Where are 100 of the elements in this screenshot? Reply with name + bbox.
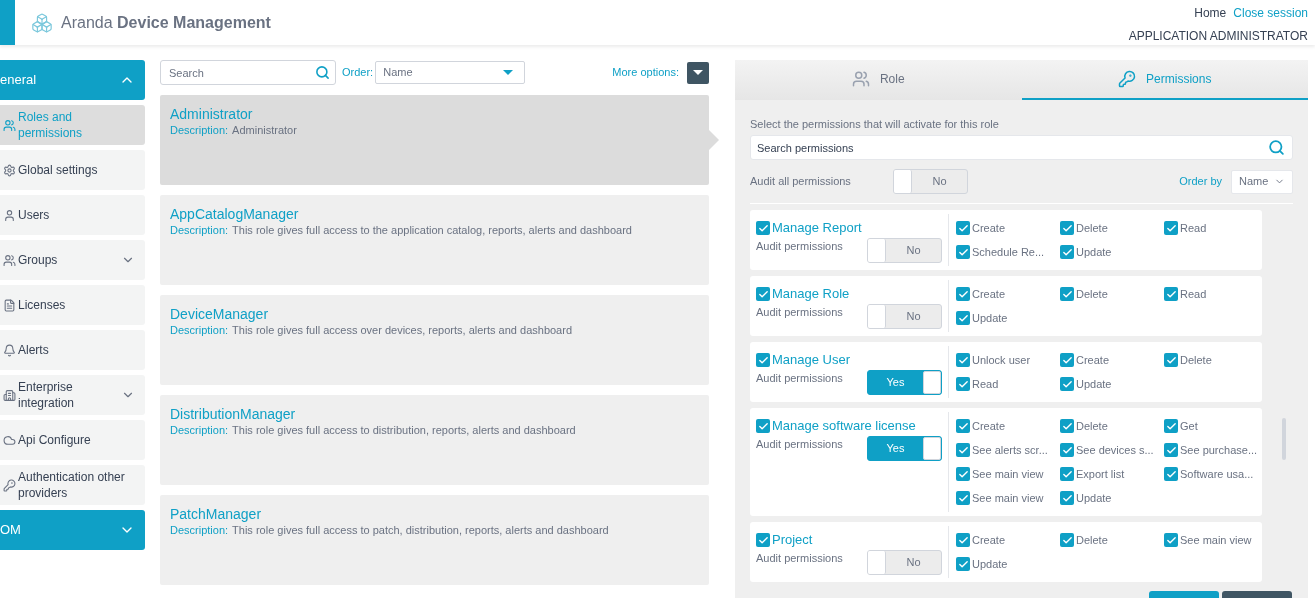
role-name: AppCatalogManager: [170, 205, 300, 223]
checkbox[interactable]: [1060, 419, 1074, 433]
role-description: This role gives full access over devices, reports, alerts and dashboard: [232, 323, 573, 338]
menu-section[interactable]: OM: [0, 510, 145, 550]
home-link[interactable]: Home: [1194, 4, 1227, 22]
audit-label: Audit permissions: [756, 551, 843, 566]
permission-label: Read: [972, 376, 999, 392]
checkbox[interactable]: [956, 311, 970, 325]
permission-group-name: Manage software license: [772, 418, 916, 434]
checkbox[interactable]: [756, 533, 770, 547]
role-name: DistributionManager: [170, 405, 297, 423]
checkbox[interactable]: [1060, 377, 1074, 391]
permission-label: Get: [1180, 418, 1198, 434]
permission-label: Delete: [1076, 418, 1108, 434]
toggle-switch[interactable]: No: [867, 238, 942, 263]
cloud-icon: [3, 433, 16, 447]
checkbox[interactable]: [756, 287, 770, 301]
role-card[interactable]: DeviceManager Description: This role gives full access over devices, reports, alerts and dashboard: [160, 295, 709, 385]
role-card[interactable]: Administrator Description: Administrator: [160, 95, 709, 185]
more-options-button[interactable]: [687, 61, 709, 84]
sidebar-item[interactable]: Alerts: [0, 330, 145, 370]
toggle-switch[interactable]: No: [893, 169, 968, 194]
toggle-switch[interactable]: No: [867, 550, 942, 575]
role-card[interactable]: PatchManager Description: This role gives full access to patch, distribution, reports, alerts and dashboard: [160, 495, 709, 585]
checkbox[interactable]: [956, 419, 970, 433]
permission-label: Schedule Re...: [972, 244, 1045, 260]
checkbox[interactable]: [956, 287, 970, 301]
sidebar-item[interactable]: Api Configure: [0, 420, 145, 460]
permission-label: Update: [1076, 490, 1112, 506]
checkbox[interactable]: [956, 467, 970, 481]
checkbox[interactable]: [1060, 533, 1074, 547]
checkbox[interactable]: [1164, 533, 1178, 547]
checkbox[interactable]: [1164, 467, 1178, 481]
role-name: PatchManager: [170, 505, 263, 523]
checkbox[interactable]: [1060, 443, 1074, 457]
sidebar-item[interactable]: Global settings: [0, 150, 145, 190]
role-card[interactable]: DistributionManager Description: This role gives full access to distribution, reports, alerts and dashboard: [160, 395, 709, 485]
checkbox[interactable]: [1060, 221, 1074, 235]
key-icon: [1118, 70, 1137, 88]
sidebar-item[interactable]: Users: [0, 195, 145, 235]
order-by-label: Order by: [1179, 174, 1222, 190]
close-session-link[interactable]: Close session: [1233, 4, 1308, 22]
checkbox[interactable]: [756, 221, 770, 235]
checkbox[interactable]: [1164, 221, 1178, 235]
checkbox[interactable]: [956, 245, 970, 259]
role-description: This role gives full access to patch, distribution, reports, alerts and dashboard: [232, 523, 609, 538]
search-field[interactable]: Search: [160, 60, 336, 85]
document-icon: [3, 298, 16, 312]
permission-group-name: Manage Report: [772, 220, 862, 236]
checkbox[interactable]: [1164, 287, 1178, 301]
audit-label: Audit permissions: [756, 305, 843, 320]
checkbox[interactable]: [1060, 491, 1074, 505]
checkbox[interactable]: [1060, 245, 1074, 259]
permission-label: See purchase...: [1180, 442, 1258, 458]
group-icon: [3, 253, 16, 267]
checkbox[interactable]: [1164, 443, 1178, 457]
order-label: Order:: [342, 65, 374, 81]
checkbox[interactable]: [1060, 353, 1074, 367]
sidebar-item[interactable]: Enterprise integration: [0, 375, 145, 415]
checkbox[interactable]: [956, 533, 970, 547]
tab[interactable]: Role: [735, 60, 1022, 100]
toggle-switch[interactable]: No: [867, 304, 942, 329]
checkbox[interactable]: [1164, 353, 1178, 367]
checkbox[interactable]: [1060, 467, 1074, 481]
menu-section[interactable]: eneral: [0, 60, 145, 100]
checkbox[interactable]: [956, 377, 970, 391]
order-dropdown[interactable]: Name: [375, 61, 526, 84]
bell-icon: [3, 343, 16, 357]
tab[interactable]: Permissions: [1021, 60, 1308, 100]
permission-label: Update: [1076, 376, 1112, 392]
checkbox[interactable]: [956, 557, 970, 571]
permission-label: Create: [972, 418, 1006, 434]
building-icon: [3, 388, 16, 402]
checkbox[interactable]: [956, 491, 970, 505]
order-by-select[interactable]: Name: [1231, 169, 1293, 194]
checkbox[interactable]: [956, 443, 970, 457]
permission-label: Delete: [1076, 286, 1108, 302]
checkbox[interactable]: [756, 419, 770, 433]
toggle-switch[interactable]: Yes: [867, 436, 942, 461]
audit-all-label: Audit all permissions: [750, 174, 852, 190]
permission-search-field[interactable]: Search permissions: [750, 135, 1293, 160]
permission-label: Delete: [1076, 220, 1108, 236]
sidebar-item[interactable]: Authentication other providers: [0, 465, 145, 505]
checkbox[interactable]: [756, 353, 770, 367]
checkbox[interactable]: [1164, 419, 1178, 433]
role-card[interactable]: AppCatalogManager Description: This role gives full access to the application catalog, reports, alerts and dashboard: [160, 195, 709, 285]
checkbox[interactable]: [1060, 287, 1074, 301]
sidebar-item[interactable]: Licenses: [0, 285, 145, 325]
key-icon: [3, 478, 16, 492]
permission-label: Software usa...: [1180, 466, 1254, 482]
people-icon: [3, 118, 16, 132]
checkbox[interactable]: [956, 221, 970, 235]
toggle-switch[interactable]: Yes: [867, 370, 942, 395]
permission-label: Create: [972, 532, 1006, 548]
permission-label: Update: [972, 310, 1008, 326]
app-title: Aranda Device Management: [61, 12, 271, 33]
sidebar-item[interactable]: Roles and permissions: [0, 105, 145, 145]
role-description: This role gives full access to distribution, reports, alerts and dashboard: [232, 423, 576, 438]
checkbox[interactable]: [956, 353, 970, 367]
sidebar-item[interactable]: Groups: [0, 240, 145, 280]
